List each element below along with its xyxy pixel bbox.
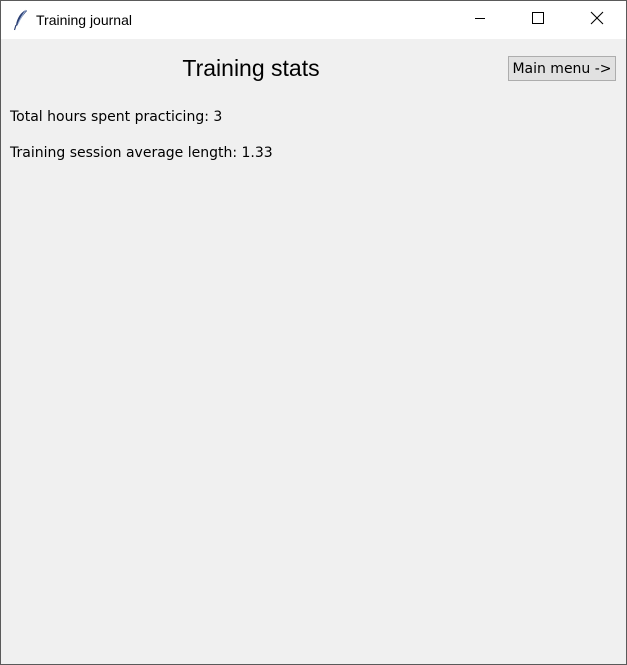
minimize-button[interactable] [451, 1, 509, 39]
feather-icon [13, 9, 29, 31]
main-content: Training stats Main menu -> Total hours … [1, 39, 626, 664]
minimize-icon [474, 11, 486, 29]
main-menu-button[interactable]: Main menu -> [508, 56, 616, 81]
maximize-icon [532, 11, 544, 29]
title-bar[interactable]: Training journal [1, 1, 626, 39]
average-length-label: Training session average length: 1.33 [10, 145, 273, 161]
close-icon [590, 11, 604, 30]
total-hours-label: Total hours spent practicing: 3 [10, 109, 223, 125]
app-window: Training journal Training stats Main men… [0, 0, 627, 665]
window-title: Training journal [36, 12, 132, 28]
maximize-button[interactable] [509, 1, 567, 39]
close-button[interactable] [568, 1, 626, 39]
page-title: Training stats [182, 55, 320, 81]
